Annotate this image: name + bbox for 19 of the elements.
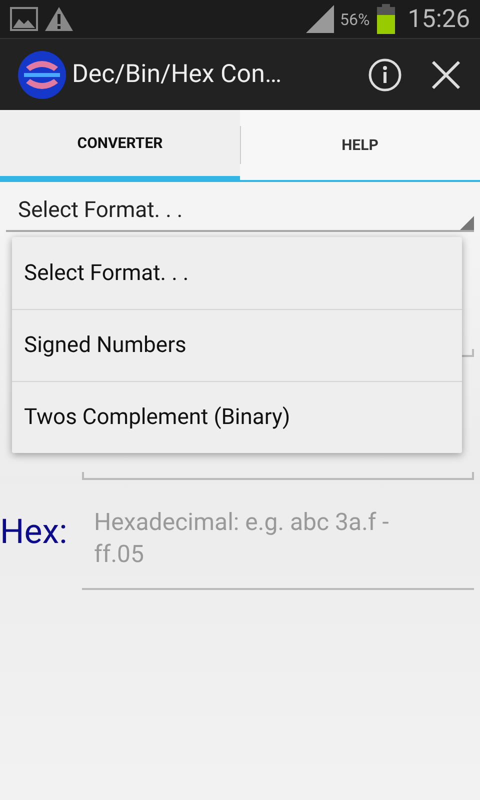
battery-icon <box>376 4 396 34</box>
input-field[interactable] <box>82 472 474 480</box>
info-button[interactable] <box>368 58 402 92</box>
signal-icon <box>306 5 334 33</box>
battery-percentage: 56% <box>340 10 370 28</box>
warning-icon <box>44 6 74 32</box>
hex-input-field[interactable]: Hexadecimal: e.g. abc 3a.f - ff.05 <box>82 502 474 590</box>
tab[interactable]: CONVERTER <box>0 110 240 182</box>
dropdown-option[interactable]: Twos Complement (Binary) <box>12 381 462 453</box>
app-title: Dec/Bin/Hex Con… <box>72 60 283 89</box>
dropdown-option[interactable]: Select Format. . . <box>12 237 462 309</box>
image-notification-icon <box>10 7 38 31</box>
hex-label: Hex: <box>0 511 68 552</box>
format-dropdown[interactable]: Select Format. . . <box>6 190 474 232</box>
dropdown-option[interactable]: Signed Numbers <box>12 309 462 381</box>
app-logo-icon <box>18 50 66 98</box>
close-button[interactable] <box>430 58 462 90</box>
dropdown-arrow-icon <box>460 216 474 230</box>
clock: 15:26 <box>408 4 470 34</box>
